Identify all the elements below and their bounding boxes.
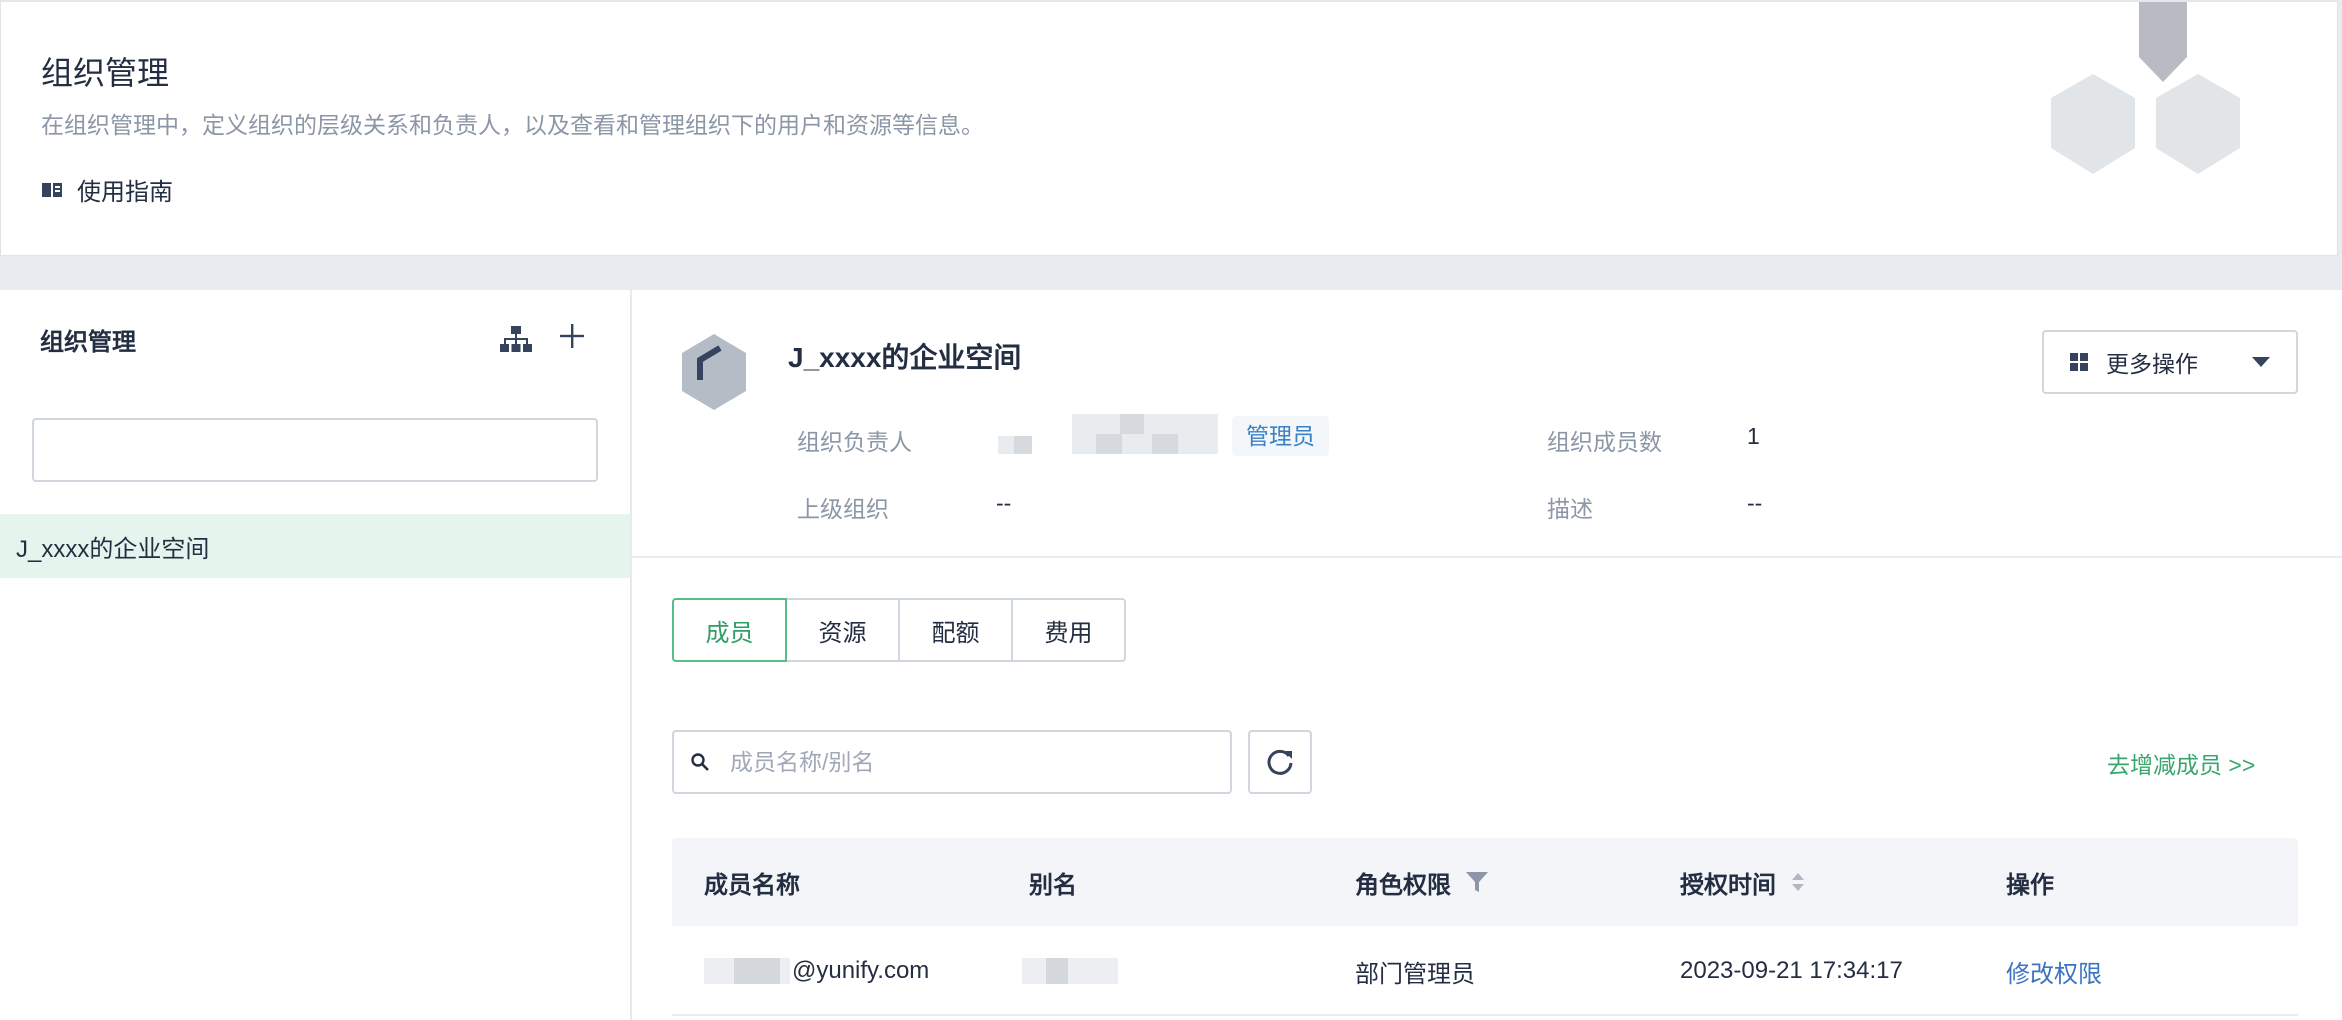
user-guide-link[interactable]: 使用指南 [41, 172, 173, 207]
edit-permission-link[interactable]: 修改权限 [2006, 926, 2102, 1016]
filter-icon[interactable] [1465, 870, 1489, 894]
caret-down-icon [2252, 357, 2270, 367]
description-value: -- [1747, 490, 1763, 516]
more-actions-button[interactable]: 更多操作 [2042, 330, 2298, 394]
refresh-icon [1267, 749, 1293, 775]
plus-icon [560, 324, 584, 348]
search-icon [691, 753, 709, 771]
member-search-box [672, 730, 1232, 794]
member-email-suffix: @yunify.com [792, 957, 930, 984]
grid-icon [2070, 353, 2088, 371]
refresh-button[interactable] [1248, 730, 1312, 794]
org-tree-panel: 组织管理 J_xxxx的企业空间 [0, 290, 631, 1020]
member-search-input[interactable] [730, 748, 1210, 776]
column-alias: 别名 [1029, 871, 1077, 899]
member-count-value: 1 [1747, 423, 1760, 449]
parent-org-label: 上级组织 [797, 496, 889, 522]
page-title: 组织管理 [41, 55, 170, 91]
hexagon-decoration-icon [2051, 2, 2240, 174]
column-role[interactable]: 角色权限 [1355, 838, 1489, 926]
description-label: 描述 [1547, 496, 1593, 522]
member-name-cell: @yunify.com [704, 926, 929, 1016]
page: 组织管理 在组织管理中，定义组织的层级关系和负责人，以及查看和管理组织下的用户和… [0, 0, 2342, 1020]
book-icon [41, 181, 63, 199]
org-name: J_xxxx的企业空间 [788, 342, 1022, 373]
page-banner: 组织管理 在组织管理中，定义组织的层级关系和负责人，以及查看和管理组织下的用户和… [0, 0, 2338, 256]
org-detail-panel: J_xxxx的企业空间 更多操作 组织负责人 管理员 组织成员数 1 上级组织 … [632, 290, 2342, 1020]
section-divider [632, 556, 2342, 558]
members-table-header: 成员名称 别名 角色权限 授权时间 操作 [672, 838, 2298, 926]
tree-item-org[interactable]: J_xxxx的企业空间 [0, 514, 630, 578]
parent-org-value: -- [996, 490, 1012, 516]
user-guide-label: 使用指南 [77, 179, 173, 206]
table-row: @yunify.com 部门管理员 2023-09-21 17:34:17 修改… [672, 926, 2298, 1016]
page-description: 在组织管理中，定义组织的层级关系和负责人，以及查看和管理组织下的用户和资源等信息… [41, 112, 984, 138]
member-time-cell: 2023-09-21 17:34:17 [1680, 957, 1903, 984]
tab-billing[interactable]: 费用 [1011, 598, 1126, 662]
member-alias-redacted [1022, 958, 1118, 984]
member-count-label: 组织成员数 [1547, 429, 1662, 455]
column-auth-time[interactable]: 授权时间 [1680, 838, 1806, 926]
manage-members-link[interactable]: 去增减成员 >> [2107, 746, 2255, 780]
tab-quota[interactable]: 配额 [898, 598, 1013, 662]
tab-members[interactable]: 成员 [672, 598, 787, 662]
tab-resources[interactable]: 资源 [785, 598, 900, 662]
owner-label: 组织负责人 [797, 429, 912, 455]
sort-icon[interactable] [1790, 871, 1806, 893]
detail-tabs: 成员 资源 配额 费用 [672, 598, 1126, 662]
org-structure-button[interactable] [500, 326, 532, 354]
org-chart-icon [500, 326, 532, 352]
owner-role-badge: 管理员 [1232, 416, 1329, 456]
member-name-redacted [704, 958, 790, 984]
org-tree-title: 组织管理 [40, 329, 136, 356]
member-role-cell: 部门管理员 [1355, 960, 1475, 988]
column-actions: 操作 [2006, 871, 2054, 899]
org-icon [682, 334, 746, 410]
add-org-button[interactable] [556, 322, 588, 354]
org-search-input[interactable] [32, 418, 598, 482]
member-alias-cell [1022, 926, 1118, 1016]
more-actions-label: 更多操作 [2106, 351, 2198, 377]
column-member-name: 成员名称 [704, 871, 800, 899]
